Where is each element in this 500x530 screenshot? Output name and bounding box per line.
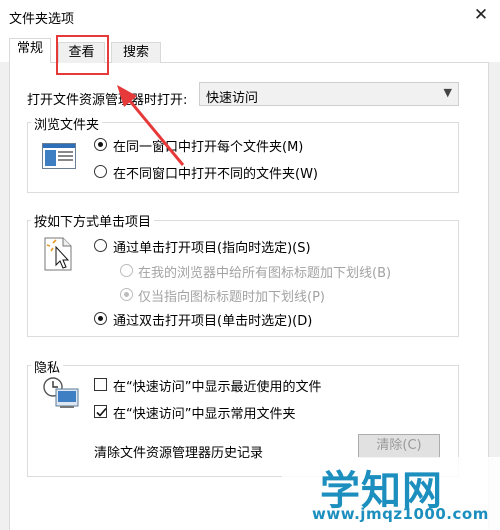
annotation-arrow-icon — [117, 85, 185, 166]
watermark-url: www.jmqz1000.com — [312, 505, 489, 523]
